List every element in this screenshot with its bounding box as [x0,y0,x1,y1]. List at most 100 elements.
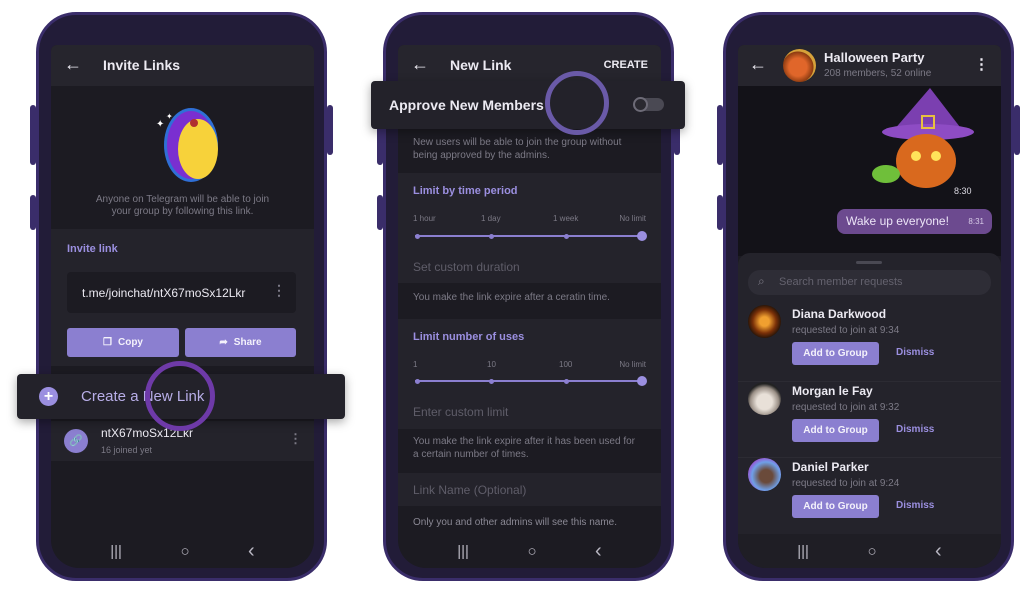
chat-area: 8:30 Wake up everyone! 8:31 [738,86,1001,256]
recents-icon[interactable]: ||| [457,543,469,560]
more-icon[interactable]: ⋮ [272,282,286,299]
share-label: Share [233,337,262,348]
description: Anyone on Telegram will be able to join [95,194,270,205]
slider-stop[interactable] [415,233,420,239]
uses-limit-section: Limit number of uses 1 10 100 No limit E… [398,319,661,429]
tick-label: 10 [487,360,496,369]
back-arrow-icon[interactable]: ← [749,54,767,75]
avatar[interactable] [748,458,781,491]
phone-chat: ← Halloween Party 208 members, 52 online… [717,12,1020,581]
link-joined-count: 16 joined yet [101,445,153,455]
back-icon[interactable]: ‹ [935,540,942,563]
system-nav-bar: ||| ○ ‹ [738,534,1001,568]
custom-limit-input[interactable]: Enter custom limit [413,405,508,419]
sticker-time: 8:30 [954,186,972,196]
home-icon[interactable]: ○ [180,543,189,560]
side-button [30,195,36,230]
more-icon[interactable]: ⋮ [974,55,989,73]
slider-stop[interactable] [489,378,494,384]
uses-hint: a certain number of times. [413,449,529,460]
recents-icon[interactable]: ||| [797,543,809,560]
page-title: Invite Links [103,57,181,73]
group-avatar[interactable] [783,49,816,82]
back-icon[interactable]: ‹ [595,540,602,563]
dismiss-button[interactable]: Dismiss [896,347,934,358]
approve-label: Approve New Members [389,97,544,113]
search-input[interactable]: ⌕ Search member requests [748,270,991,295]
system-nav-bar: ||| ○ ‹ [51,534,314,568]
name-hint: Only you and other admins will see this … [413,517,617,528]
requester-name: Diana Darkwood [792,307,887,321]
tick-label: No limit [619,360,646,369]
add-to-group-button[interactable]: Add to Group [792,342,879,365]
share-button[interactable]: ➦ Share [185,328,296,357]
approve-new-members-row[interactable]: Approve New Members [371,81,685,129]
side-button [327,105,333,155]
back-arrow-icon[interactable]: ← [411,54,429,75]
request-item: Morgan le Fay requested to join at 9:32 … [738,381,1001,457]
time-limit-section: Limit by time period 1 hour 1 day 1 week… [398,173,661,283]
system-nav-bar: ||| ○ ‹ [398,534,661,568]
add-label: Add to Group [803,425,868,436]
link-name-input[interactable]: Link Name (Optional) [398,473,661,506]
copy-icon: ❐ [103,337,112,348]
request-time: requested to join at 9:34 [792,325,900,336]
tick-label: 1 [413,360,418,369]
dismiss-button[interactable]: Dismiss [896,500,934,511]
slider-stop[interactable] [564,378,569,384]
approve-description: New users will be able to join the group… [413,137,622,148]
dismiss-button[interactable]: Dismiss [896,424,934,435]
custom-duration-input[interactable]: Set custom duration [413,260,520,274]
copy-label: Copy [117,337,143,348]
search-placeholder: Search member requests [779,276,903,288]
share-icon: ➦ [219,337,228,348]
home-icon[interactable]: ○ [527,543,536,560]
invite-link-field[interactable]: t.me/joinchat/ntX67moSx12Lkr ⋮ [67,272,296,313]
svg-text:✦: ✦ [156,119,164,130]
slider-knob[interactable] [637,231,647,241]
toggle-thumb [633,97,648,112]
message-time: 8:31 [968,217,984,226]
add-to-group-button[interactable]: Add to Group [792,419,879,442]
uses-hint: You make the link expire after it has be… [413,436,635,447]
tick-label: No limit [619,214,646,223]
tick-label: 1 week [553,214,579,223]
recents-icon[interactable]: ||| [110,543,122,560]
side-button [1014,105,1020,155]
tick-label: 100 [559,360,573,369]
create-button[interactable]: CREATE [604,59,648,71]
approve-toggle[interactable] [633,97,664,112]
chat-header: ← Halloween Party 208 members, 52 online… [738,45,1001,86]
more-icon[interactable]: ⋮ [289,431,302,447]
chat-title: Halloween Party [824,50,925,65]
side-button [30,105,36,165]
slider-stop[interactable] [564,233,569,239]
avatar[interactable] [748,382,781,415]
avatar[interactable] [748,305,781,338]
uses-limit-slider[interactable] [415,376,647,386]
link-icon: 🔗 [64,429,88,453]
copy-button[interactable]: ❐ Copy [67,328,179,357]
sheet-handle[interactable] [856,261,882,264]
time-limit-slider[interactable] [415,231,647,241]
slider-stop[interactable] [489,233,494,239]
message-bubble[interactable]: Wake up everyone! 8:31 [837,209,992,234]
slider-knob[interactable] [637,376,647,386]
sticker-image: ✦✦ [156,108,218,182]
section-label: Limit number of uses [413,331,525,343]
screen: ← Halloween Party 208 members, 52 online… [738,45,1001,568]
invite-link-section: Invite link t.me/joinchat/ntX67moSx12Lkr… [51,229,314,366]
page-title: New Link [450,57,512,73]
phone-invite-links: ← Invite Links ✦ ✦ Anyone on Telegram wil… [30,12,333,581]
back-icon[interactable]: ‹ [248,540,255,563]
slider-stop[interactable] [415,378,420,384]
add-to-group-button[interactable]: Add to Group [792,495,879,518]
header: ← Invite Links [51,45,314,86]
section-label: Invite link [67,243,118,255]
home-icon[interactable]: ○ [867,543,876,560]
tick-label: 1 day [481,214,501,223]
search-icon: ⌕ [758,274,765,288]
side-button [717,195,723,230]
tap-indicator [545,71,609,135]
back-arrow-icon[interactable]: ← [64,54,82,75]
